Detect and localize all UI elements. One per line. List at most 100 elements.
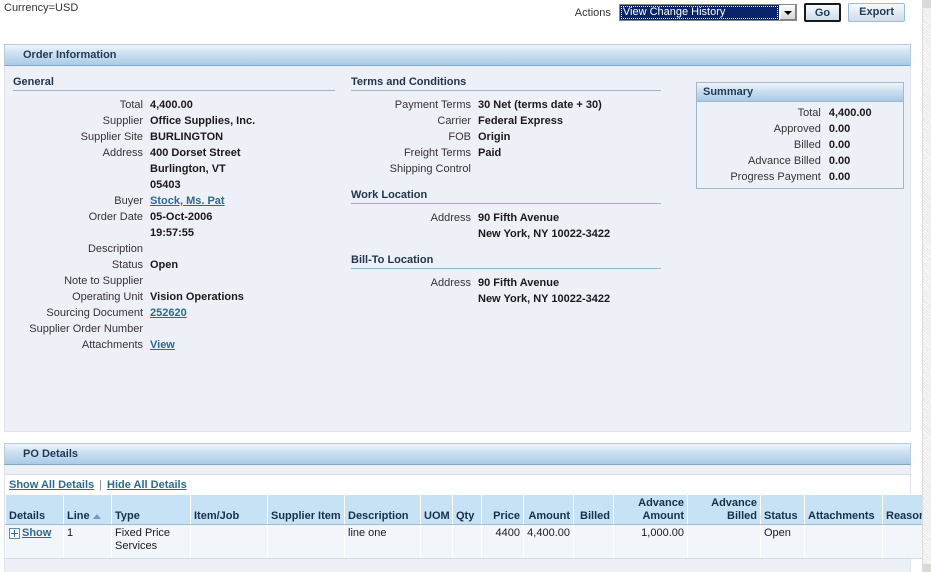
bill-to-location-heading: Bill-To Location [351,254,661,269]
field-row: Attachments View [13,337,255,353]
cell-attachments [804,524,883,559]
column-header[interactable]: Item/Job [190,494,268,525]
column-header[interactable]: Billed [573,494,614,525]
field-value-link[interactable]: 252620 [150,307,187,319]
po-lines-table: Details Line Type Item/Job Supplier Item Desc… [5,494,931,559]
order-information-body: General Total 4,400.00 Supplier Office Supp… [4,66,911,432]
order-information-title: Order Information [23,49,117,61]
hide-all-details-link[interactable]: Hide All Details [107,479,187,491]
field-row: Shipping Control [351,161,602,177]
po-details-title: PO Details [23,448,79,460]
field-row: Billed 0.00 [697,137,903,153]
table-row: Show 1 Fixed Price Services line one 4400 4,4… [5,524,931,559]
field-value: Origin [478,131,511,143]
field-row: Note to Supplier [13,273,255,289]
sort-ascending-icon[interactable] [92,513,101,519]
field-label: Attachments [81,339,143,351]
field-row: Description [13,241,255,257]
field-label: Supplier Site [80,131,143,143]
column-header[interactable]: Supplier Item [267,494,345,525]
field-row: Advance Billed 0.00 [697,153,903,169]
cell-supplier-item [267,524,345,559]
chevron-down-icon[interactable] [778,5,796,20]
go-button[interactable]: Go [803,3,842,22]
terms-field-rows: Payment Terms 30 Net (terms date + 30) Car… [351,97,602,177]
terms-column: Terms and Conditions Payment Terms 30 Net… [351,76,691,431]
field-row: FOB Origin [351,129,602,145]
scroll-up-arrow-icon[interactable] [923,0,931,8]
field-value: 4,400.00 [150,99,193,111]
column-header[interactable]: Type [111,494,191,525]
general-column: General Total 4,400.00 Supplier Office Supp… [5,76,351,431]
summary-heading: Summary [697,83,903,102]
field-value: 0.00 [828,155,851,167]
field-label: Description [87,243,143,255]
scroll-down-arrow-icon[interactable] [923,564,931,572]
purchase-order-page: Currency=USD Actions View Change History… [0,0,931,572]
bill-to-location-fields: Address 90 Fifth Avenue New York, NY 10022… [351,275,610,307]
column-header[interactable]: Price [481,494,524,525]
field-value-link[interactable]: Stock, Ms. Pat [150,195,225,207]
field-value: Federal Express [478,115,563,127]
column-header[interactable]: Advance Amount [613,494,688,525]
po-lines-header-row: Details Line Type Item/Job Supplier Item Desc… [5,494,931,525]
column-header[interactable]: Status [760,494,805,525]
cell-advance-billed [687,524,761,559]
field-value[interactable]: Stock, Ms. Pat [150,193,255,209]
detail-toggle-links: Show All Details | Hide All Details [5,474,910,494]
actions-select-value[interactable]: View Change History [619,5,779,20]
field-row: Payment Terms 30 Net (terms date + 30) [351,97,602,113]
column-header[interactable]: Qty [452,494,482,525]
column-header[interactable]: Description [344,494,421,525]
field-label: Note to Supplier [64,275,143,287]
show-all-details-link[interactable]: Show All Details [9,479,94,491]
field-value: Vision Operations [150,291,244,303]
column-header[interactable]: Attachments [804,494,883,525]
field-row: Address 90 Fifth Avenue [351,275,610,291]
field-label [351,226,478,242]
column-header[interactable]: UOM [420,494,453,525]
cell-details[interactable]: Show [5,524,64,559]
export-button[interactable]: Export [848,3,905,22]
field-value: Paid [478,147,502,159]
top-toolbar: Currency=USD Actions View Change History… [0,0,931,44]
cell-price: 4400 [481,524,524,559]
cell-line: 1 [63,524,112,559]
po-lines-body: Show 1 Fixed Price Services line one 4400 4,4… [5,524,931,559]
column-header[interactable]: Amount [523,494,574,525]
field-label [13,177,150,193]
expand-plus-icon[interactable] [9,527,20,539]
currency-label: Currency=USD [4,2,79,14]
field-value[interactable]: 252620 [150,305,255,321]
actions-select[interactable]: View Change History [618,4,797,21]
vertical-scrollbar[interactable] [922,0,931,572]
field-label: Supplier [102,115,143,127]
order-information-header: Order Information [4,44,911,66]
field-row: Freight Terms Paid [351,145,602,161]
field-label: Advance Billed [748,155,821,167]
column-header[interactable]: Details [5,494,64,525]
field-value: 05-Oct-2006 [150,211,213,223]
field-value: New York, NY 10022-3422 [478,228,611,240]
field-row: Order Date 05-Oct-2006 [13,209,255,225]
cell-uom [420,524,453,559]
field-label: Approved [773,123,821,135]
field-value[interactable]: View [150,337,255,353]
column-header[interactable]: Advance Billed [687,494,761,525]
field-row: New York, NY 10022-3422 [351,226,610,242]
bill-to-location-field-rows: Address 90 Fifth Avenue New York, NY 10022… [351,275,610,307]
po-details-header: PO Details [4,443,911,465]
field-value-link[interactable]: View [150,339,175,351]
table-header-row: Details Line Type Item/Job Supplier Item Desc… [5,494,931,525]
field-value: BURLINGTON [150,131,224,143]
field-label: Freight Terms [403,147,471,159]
field-row: Address 400 Dorset Street [13,145,255,161]
summary-box: Summary Total 4,400.00 Approved 0.00 Billed 0… [696,82,904,189]
field-value: New York, NY 10022-3422 [478,293,611,305]
field-label: Address [430,277,471,289]
field-row: Supplier Order Number [13,321,255,337]
show-details-link[interactable]: Show [22,527,51,539]
column-header[interactable]: Line [63,494,112,525]
field-row: New York, NY 10022-3422 [351,291,610,307]
terms-fields: Payment Terms 30 Net (terms date + 30) Car… [351,97,602,177]
